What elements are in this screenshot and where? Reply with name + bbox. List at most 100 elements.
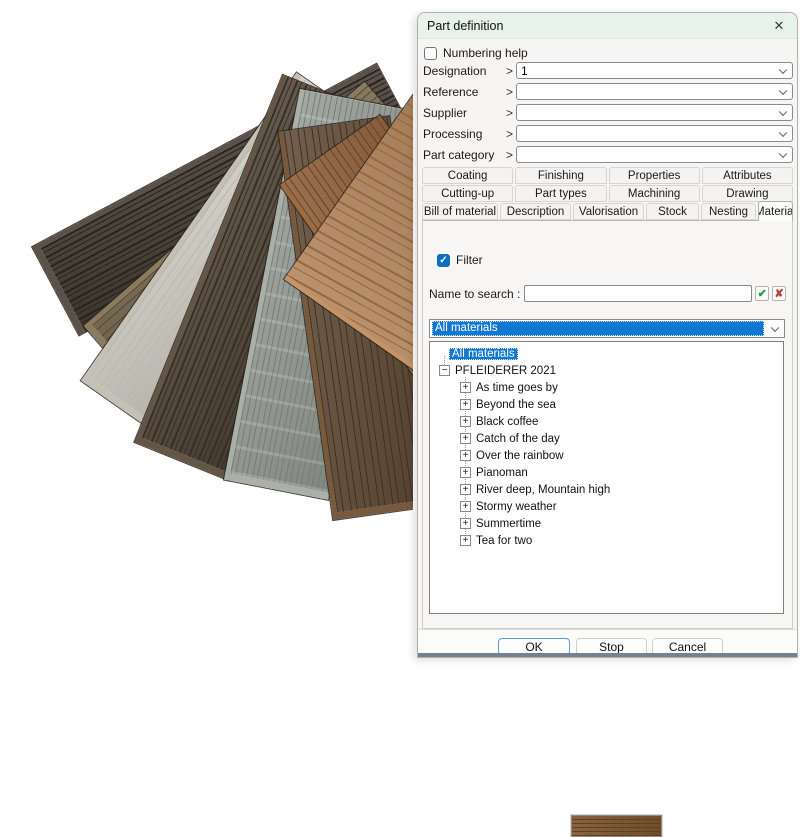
numbering-help-checkbox[interactable] [424, 47, 437, 60]
tab-row-2: Cutting-upPart typesMachiningDrawing [422, 184, 793, 202]
field-combobox[interactable] [516, 83, 793, 100]
tree-node-group[interactable]: PFLEIDERER 2021 [455, 362, 556, 379]
tree-node-label: Beyond the sea [476, 399, 556, 411]
tab-row-3: Bill of materialDescriptionValorisationS… [422, 202, 793, 220]
clear-search-button[interactable]: ✘ [772, 286, 786, 301]
field-arrow: > [506, 85, 516, 99]
tree-node-as-time-goes-by[interactable]: As time goes by [476, 379, 558, 396]
chevron-down-icon[interactable] [779, 86, 787, 94]
tree-connector-line [444, 356, 445, 365]
chevron-down-icon[interactable] [779, 107, 787, 115]
tree-node-label: As time goes by [476, 382, 558, 394]
tab-material[interactable]: Material [758, 201, 793, 221]
tree-node-root[interactable]: All materials [449, 345, 518, 362]
tree-node-beyond-the-sea[interactable]: Beyond the sea [476, 396, 556, 413]
tree-node-label: River deep, Mountain high [476, 484, 610, 496]
material-preview-swatch [571, 815, 662, 837]
expand-icon[interactable]: + [460, 484, 471, 495]
expand-icon[interactable]: + [460, 501, 471, 512]
tree-node-label: Black coffee [476, 416, 538, 428]
expand-icon[interactable]: + [460, 450, 471, 461]
expand-icon[interactable]: + [460, 416, 471, 427]
close-icon[interactable]: ✕ [770, 17, 788, 35]
tab-bill-of-material[interactable]: Bill of material [422, 203, 498, 220]
material-tree[interactable]: All materials −PFLEIDERER 2021 + As time go… [429, 341, 784, 614]
part-definition-dialog: Part definition ✕ Numbering help Designa… [417, 12, 798, 658]
tab-drawing[interactable]: Drawing [702, 185, 793, 202]
material-tab-panel: ✓ Filter Name to search : ✔ ✘ All materi… [422, 220, 793, 629]
wood-sample-fan [0, 0, 413, 658]
tab-description[interactable]: Description [500, 203, 571, 220]
expand-icon[interactable]: + [460, 433, 471, 444]
field-label: Designation [423, 64, 506, 78]
tree-node-label: Summertime [476, 518, 541, 530]
tree-node-river-deep-mountain-high[interactable]: River deep, Mountain high [476, 481, 610, 498]
chevron-down-icon[interactable] [779, 65, 787, 73]
field-row-processing: Processing> [423, 123, 793, 144]
field-arrow: > [506, 148, 516, 162]
apply-search-button[interactable]: ✔ [755, 286, 769, 301]
tree-node-catch-of-the-day[interactable]: Catch of the day [476, 430, 560, 447]
tree-node-summertime[interactable]: Summertime [476, 515, 541, 532]
tab-properties[interactable]: Properties [609, 167, 700, 184]
tree-node-over-the-rainbow[interactable]: Over the rainbow [476, 447, 564, 464]
dialog-title: Part definition [427, 19, 503, 33]
tab-finishing[interactable]: Finishing [515, 167, 606, 184]
field-label: Reference [423, 85, 506, 99]
expand-icon[interactable]: + [460, 518, 471, 529]
field-value: 1 [521, 64, 528, 78]
tree-node-black-coffee[interactable]: Black coffee [476, 413, 538, 430]
checkmark-icon: ✔ [758, 287, 767, 300]
expand-icon[interactable]: + [460, 399, 471, 410]
tab-valorisation[interactable]: Valorisation [573, 203, 644, 220]
field-combobox[interactable]: 1 [516, 62, 793, 79]
material-combobox[interactable]: All materials [429, 319, 785, 338]
expand-icon[interactable]: + [460, 535, 471, 546]
field-label: Supplier [423, 106, 506, 120]
tree-node-label: PFLEIDERER 2021 [455, 365, 556, 377]
chevron-down-icon[interactable] [779, 128, 787, 136]
numbering-help-label: Numbering help [443, 46, 528, 60]
filter-row: ✓ Filter [437, 253, 483, 267]
tab-attributes[interactable]: Attributes [702, 167, 793, 184]
field-combobox[interactable] [516, 104, 793, 121]
tree-node-label: Pianoman [476, 467, 528, 479]
tree-node-label: All materials [449, 348, 518, 360]
search-row: Name to search : ✔ ✘ [429, 285, 786, 302]
field-combobox[interactable] [516, 125, 793, 142]
expand-icon[interactable]: + [460, 382, 471, 393]
numbering-help-row: Numbering help [424, 46, 528, 60]
tree-node-pianoman[interactable]: Pianoman [476, 464, 528, 481]
material-combobox-value: All materials [432, 321, 764, 336]
field-arrow: > [506, 64, 516, 78]
tab-stock[interactable]: Stock [646, 203, 699, 220]
tree-node-label: Over the rainbow [476, 450, 564, 462]
field-arrow: > [506, 106, 516, 120]
tab-cutting-up[interactable]: Cutting-up [422, 185, 513, 202]
tab-machining[interactable]: Machining [609, 185, 700, 202]
tree-node-stormy-weather[interactable]: Stormy weather [476, 498, 557, 515]
cross-icon: ✘ [774, 287, 783, 300]
tab-part-types[interactable]: Part types [515, 185, 606, 202]
field-list: Designation>1Reference>Supplier>Processi… [423, 60, 793, 165]
expand-icon[interactable]: + [460, 467, 471, 478]
tab-control: CoatingFinishingPropertiesAttributesCutt… [422, 166, 793, 220]
tree-node-label: Tea for two [476, 535, 532, 547]
field-row-part-category: Part category> [423, 144, 793, 165]
field-label: Part category [423, 148, 506, 162]
chevron-down-icon[interactable] [771, 323, 779, 331]
field-row-reference: Reference> [423, 81, 793, 102]
tab-row-1: CoatingFinishingPropertiesAttributes [422, 166, 793, 184]
tab-nesting[interactable]: Nesting [701, 203, 756, 220]
field-combobox[interactable] [516, 146, 793, 163]
field-row-supplier: Supplier> [423, 102, 793, 123]
tree-node-tea-for-two[interactable]: Tea for two [476, 532, 532, 549]
search-label: Name to search : [429, 287, 520, 301]
tab-coating[interactable]: Coating [422, 167, 513, 184]
collapse-icon[interactable]: − [439, 365, 450, 376]
search-input[interactable] [524, 285, 752, 302]
chevron-down-icon[interactable] [779, 149, 787, 157]
filter-label: Filter [456, 253, 483, 267]
tree-node-label: Catch of the day [476, 433, 560, 445]
filter-checkbox[interactable]: ✓ [437, 254, 450, 267]
